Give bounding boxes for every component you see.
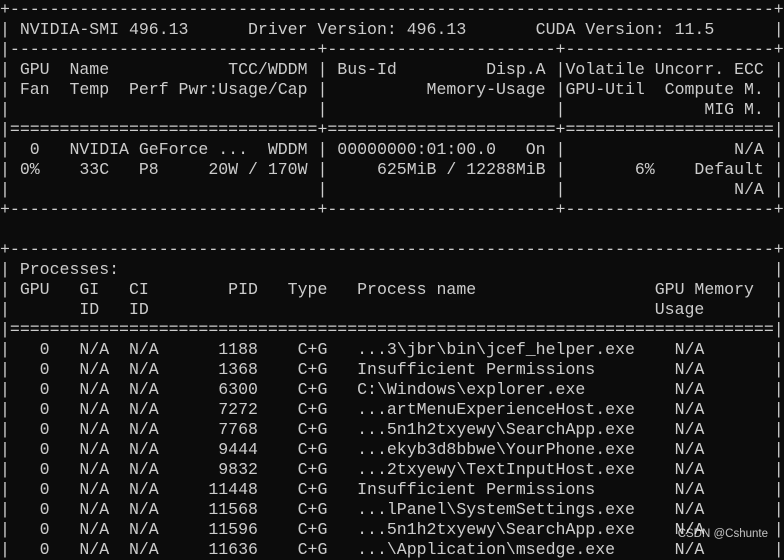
process-row: | 0 N/A N/A 11448 C+G Insufficient Permi…	[0, 480, 784, 499]
gpu-row-line-3: | | | N/A |	[0, 180, 784, 199]
process-row: | 0 N/A N/A 6300 C+G C:\Windows\explorer…	[0, 380, 784, 399]
gpu-table-bottom-border: +-------------------------------+-------…	[0, 200, 784, 219]
process-row: | 0 N/A N/A 7768 C+G ...5n1h2txyewy\Sear…	[0, 420, 784, 439]
process-row: | 0 N/A N/A 1368 C+G Insufficient Permis…	[0, 360, 784, 379]
version-header: | NVIDIA-SMI 496.13 Driver Version: 496.…	[0, 20, 784, 39]
gpu-table-header-row-3: | | | MIG M. |	[0, 100, 784, 119]
processes-header-row-1: | GPU GI CI PID Type Process name GPU Me…	[0, 280, 784, 299]
gpu-row-line-2: | 0% 33C P8 20W / 170W | 625MiB / 12288M…	[0, 160, 784, 179]
processes-title: | Processes: |	[0, 260, 784, 279]
process-row: | 0 N/A N/A 11596 C+G ...5n1h2txyewy\Sea…	[0, 520, 784, 539]
top-border: +---------------------------------------…	[0, 0, 784, 19]
processes-double-separator: |=======================================…	[0, 320, 784, 339]
process-row: | 0 N/A N/A 9832 C+G ...2txyewy\TextInpu…	[0, 460, 784, 479]
process-row: | 0 N/A N/A 9444 C+G ...ekyb3d8bbwe\Your…	[0, 440, 784, 459]
header-separator: |-------------------------------+-------…	[0, 40, 784, 59]
gpu-table-header-row-1: | GPU Name TCC/WDDM | Bus-Id Disp.A |Vol…	[0, 60, 784, 79]
process-row: | 0 N/A N/A 1188 C+G ...3\jbr\bin\jcef_h…	[0, 340, 784, 359]
gpu-table-header-row-2: | Fan Temp Perf Pwr:Usage/Cap | Memory-U…	[0, 80, 784, 99]
process-row: | 0 N/A N/A 11568 C+G ...lPanel\SystemSe…	[0, 500, 784, 519]
processes-top-border: +---------------------------------------…	[0, 240, 784, 259]
watermark: CSDN @Cshunte	[677, 528, 768, 540]
process-row: | 0 N/A N/A 11636 C+G ...\Application\ms…	[0, 540, 784, 559]
gpu-table-double-separator: |===============================+=======…	[0, 120, 784, 139]
terminal-window[interactable]: +---------------------------------------…	[0, 0, 784, 559]
gpu-row-line-1: | 0 NVIDIA GeForce ... WDDM | 00000000:0…	[0, 140, 784, 159]
processes-header-row-2: | ID ID Usage |	[0, 300, 784, 319]
process-row: | 0 N/A N/A 7272 C+G ...artMenuExperienc…	[0, 400, 784, 419]
